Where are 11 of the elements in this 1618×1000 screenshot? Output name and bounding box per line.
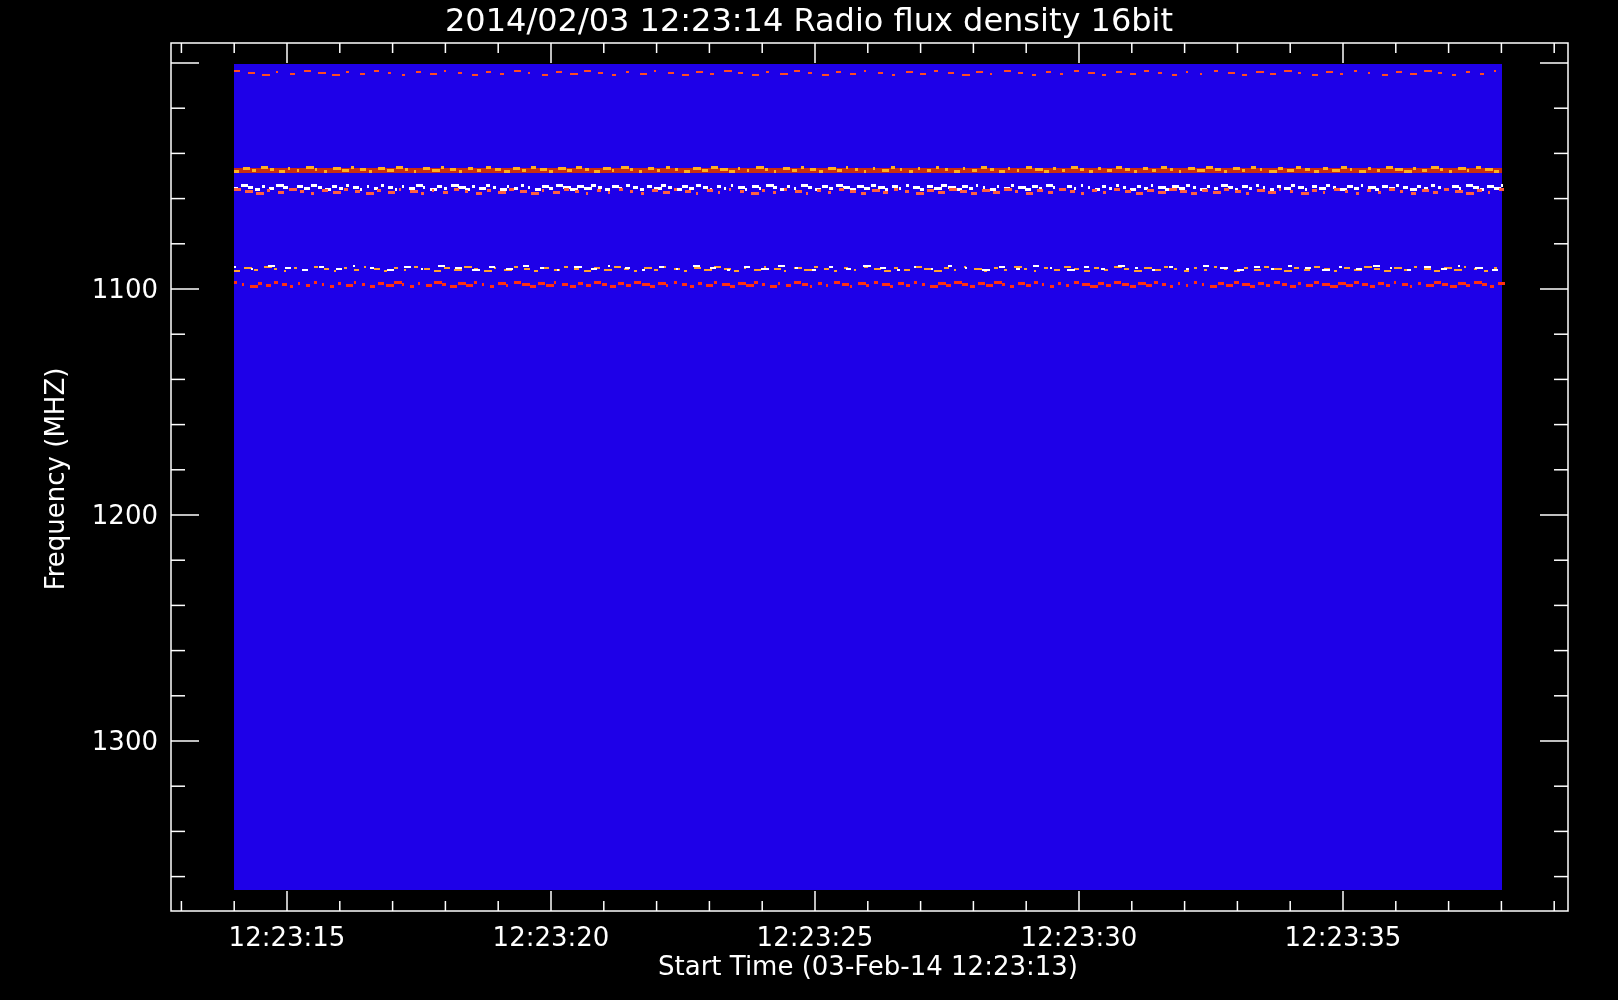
x-tick-label: 12:23:20 (492, 922, 610, 952)
y-tick-label: 1300 (91, 726, 158, 756)
x-tick-label: 12:23:15 (228, 922, 346, 952)
y-axis-label: Frequency (MHZ) (40, 367, 70, 591)
plot-title: 2014/02/03 12:23:14 Radio flux density 16bit (444, 1, 1174, 39)
x-axis-label: Start Time (03-Feb-14 12:23:13) (658, 951, 1078, 981)
y-tick-label: 1200 (91, 500, 158, 530)
x-tick-label: 12:23:35 (1284, 922, 1402, 952)
x-tick-label: 12:23:25 (756, 922, 874, 952)
x-tick-label: 12:23:30 (1020, 922, 1138, 952)
y-tick-label: 1100 (91, 274, 158, 304)
